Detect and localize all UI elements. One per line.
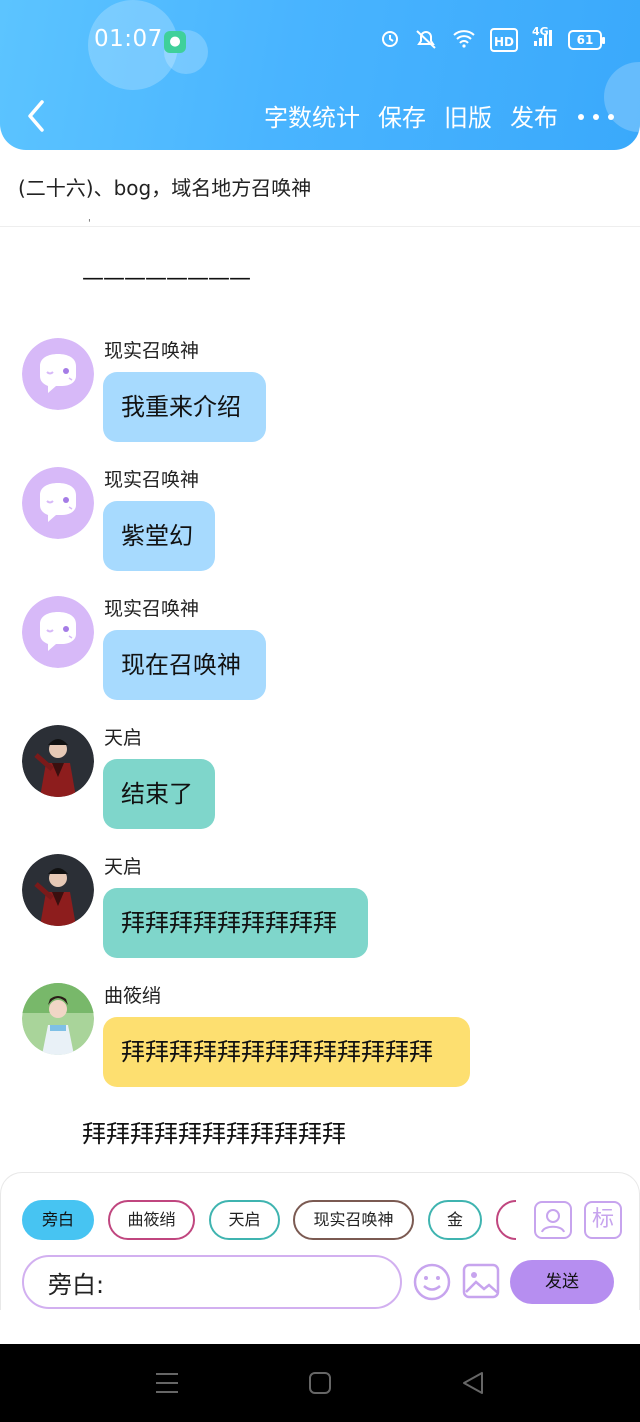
role-chip-more[interactable] [496,1200,516,1240]
warrior-avatar[interactable] [22,725,94,797]
mute-icon [414,28,438,52]
system-nav-bar [0,1344,640,1422]
dot [608,113,614,120]
app-header: 01:07 ● HD 4G 61 字数统计 保存 旧版 发布 [0,0,640,150]
sender-name: 现实召唤神 [104,340,200,362]
ghost-avatar[interactable] [22,596,94,668]
home-icon[interactable] [307,1370,333,1396]
role-chip-tianqi[interactable]: 天启 [209,1200,280,1240]
menu-icon[interactable] [154,1370,180,1396]
tag-button[interactable]: 标 [584,1201,622,1239]
cellular-signal-icon: 4G [532,25,554,52]
word-count-button[interactable]: 字数统计 [264,98,360,133]
status-time: 01:07 [94,26,163,52]
message-bubble[interactable]: 我重来介绍 [103,372,266,442]
message-bubble[interactable]: 现在召唤神 [103,630,266,700]
back-button[interactable] [20,96,52,136]
ghost-avatar[interactable] [22,338,94,410]
sender-name: 天启 [104,727,143,749]
more-options-button[interactable] [576,101,616,131]
old-version-button[interactable]: 旧版 [444,98,492,133]
sender-name: 天启 [104,856,143,878]
smiley-icon [413,1263,451,1301]
dot [578,113,584,120]
save-button[interactable]: 保存 [378,98,426,133]
add-character-button[interactable] [534,1201,572,1239]
publish-button[interactable]: 发布 [510,98,558,133]
editor-toolbar: 字数统计 保存 旧版 发布 [264,98,616,133]
role-chip-narrator[interactable]: 旁白 [22,1200,94,1240]
divider [0,226,640,227]
hd-badge: HD [489,28,518,52]
status-icons: HD 4G 61 [380,25,605,52]
emoji-button[interactable] [412,1262,452,1302]
message-input[interactable] [22,1255,402,1309]
dot [593,113,599,120]
tiny-mark: ' [88,218,91,229]
send-button[interactable]: 发送 [510,1260,614,1304]
sender-name: 曲筱绡 [104,985,162,1007]
image-button[interactable] [462,1262,500,1300]
warrior-avatar[interactable] [22,854,94,926]
message-bubble[interactable]: 紫堂幻 [103,501,215,571]
woman-avatar[interactable] [22,983,94,1055]
bottom-gap [0,1310,640,1344]
role-chip-qu-xiaoxiao[interactable]: 曲筱绡 [108,1200,195,1240]
battery-indicator: 61 [568,30,605,50]
wifi-icon [452,28,476,52]
dash-separator: ———————— [82,266,251,291]
role-chip-jin[interactable]: 金 [428,1200,482,1240]
role-selector: 旁白 曲筱绡 天启 现实召唤神 金 [22,1200,516,1242]
notification-app-icon: ● [164,31,186,53]
person-icon [541,1209,565,1233]
sender-name: 现实召唤神 [104,598,200,620]
image-icon [462,1263,500,1299]
message-bubble[interactable]: 拜拜拜拜拜拜拜拜拜 [103,888,368,958]
chevron-left-icon [28,100,44,132]
ghost-avatar[interactable] [22,467,94,539]
sender-name: 现实召唤神 [104,469,200,491]
role-chip-summoner[interactable]: 现实召唤神 [293,1200,414,1240]
chapter-title[interactable]: (二十六)、bog，域名地方召唤神 [18,172,311,201]
alarm-icon [380,28,400,52]
network-type: 4G [532,25,549,38]
message-bubble[interactable]: 结束了 [103,759,215,829]
back-nav-icon[interactable] [460,1370,486,1396]
narration-text[interactable]: 拜拜拜拜拜拜拜拜拜拜拜 [82,1114,346,1149]
message-bubble[interactable]: 拜拜拜拜拜拜拜拜拜拜拜拜拜 [103,1017,470,1087]
